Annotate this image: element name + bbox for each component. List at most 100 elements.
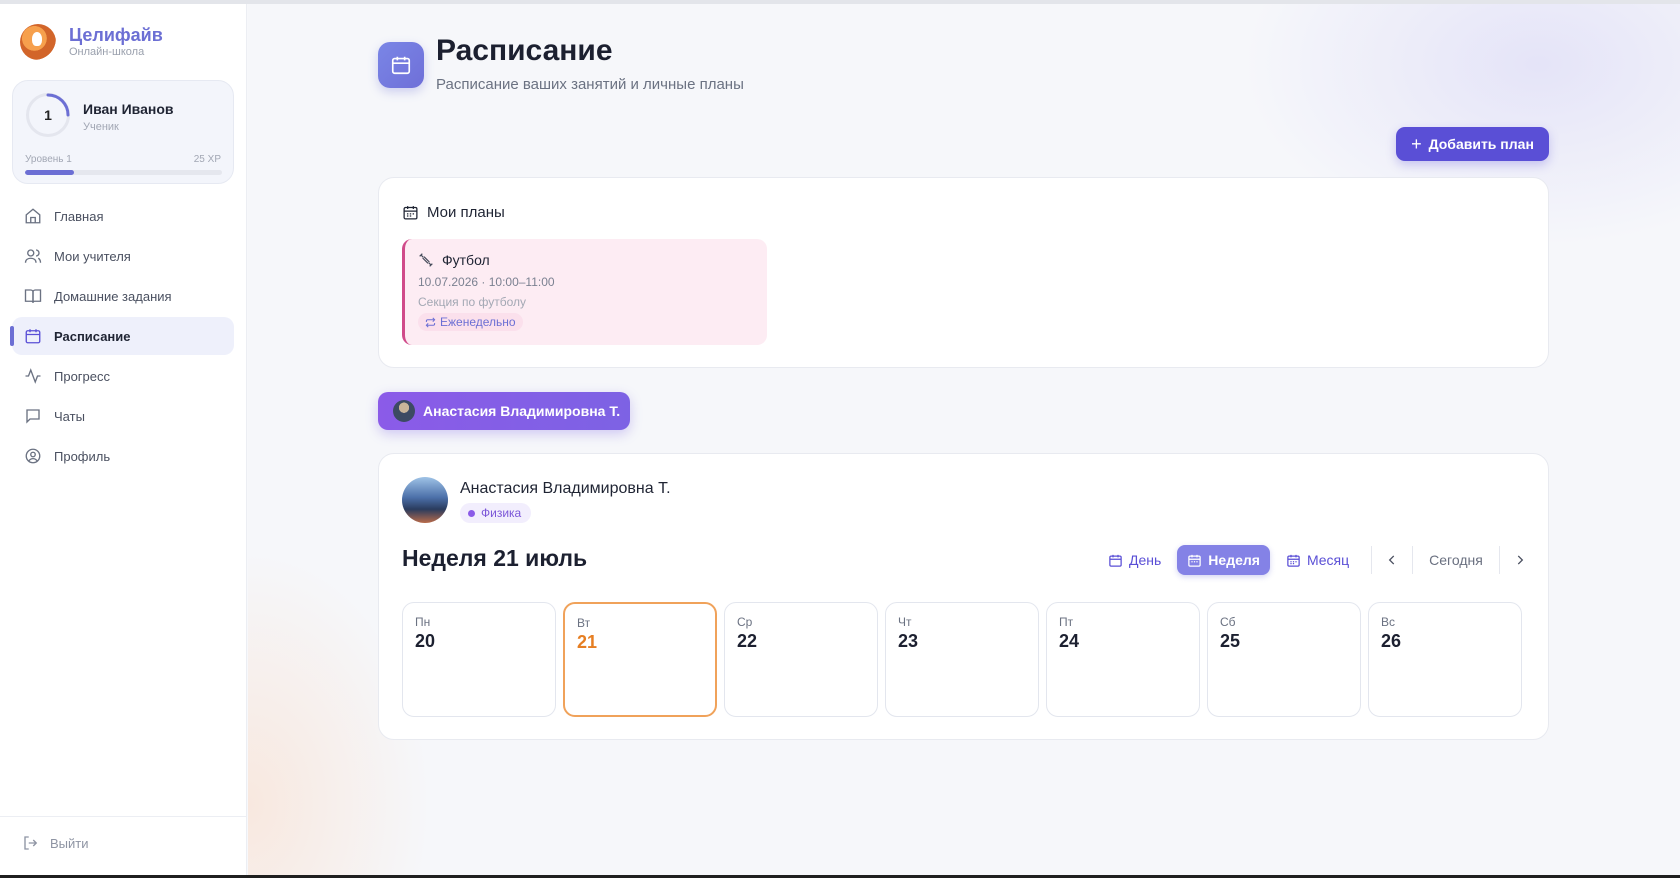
xp-progress-fill: [25, 170, 75, 175]
week-days: Пн 20 Вт 21 Ср 22 Чт 23 Пт 24 Сб 25 Вс 2…: [402, 602, 1522, 717]
sidebar-divider: [0, 816, 247, 817]
sidebar-item-label: Главная: [54, 208, 104, 224]
view-switcher: День Неделя Месяц Сегодня: [1098, 544, 1534, 576]
calendar-icon: [1286, 553, 1301, 568]
day-name: Ср: [737, 615, 753, 629]
chevron-left-icon: [1388, 555, 1395, 565]
sidebar-item-home[interactable]: Главная: [12, 197, 234, 235]
brand[interactable]: Целифайв Онлайн-школа: [20, 24, 163, 60]
sidebar-item-label: Профиль: [54, 448, 111, 464]
day-number: 20: [415, 631, 436, 651]
logout-icon: [22, 834, 40, 852]
sidebar-item-progress[interactable]: Прогресс: [12, 357, 234, 395]
xp-progress-bar: [25, 170, 222, 175]
plan-description: Секция по футболу: [418, 295, 527, 309]
view-week-label: Неделя: [1208, 552, 1260, 568]
sidebar-item-teachers[interactable]: Мои учителя: [12, 237, 234, 275]
calendar-icon: [402, 204, 419, 221]
teacher-avatar: [402, 477, 448, 523]
page-calendar-icon: [378, 42, 424, 88]
add-plan-label: Добавить план: [1428, 136, 1534, 152]
calendar-icon: [1187, 553, 1202, 568]
add-plan-button[interactable]: + Добавить план: [1396, 127, 1549, 161]
xp-label: 25 XP: [193, 154, 221, 165]
sidebar-item-label: Домашние задания: [54, 288, 172, 304]
plan-repeat-label: Еженедельно: [440, 315, 516, 329]
day-number: 21: [577, 632, 598, 652]
chat-icon: [24, 407, 42, 425]
plan-title: Футбол: [418, 252, 490, 268]
sidebar-item-chats[interactable]: Чаты: [12, 397, 234, 435]
plan-repeat-badge: Еженедельно: [418, 313, 523, 331]
subject-dot-icon: [468, 509, 475, 517]
plan-time: 10.07.2026 · 10:00–11:00: [418, 275, 555, 289]
day-name: Вс: [1381, 615, 1396, 629]
logout-label: Выйти: [50, 835, 89, 851]
home-icon: [24, 207, 42, 225]
calendar-icon: [1108, 553, 1123, 568]
day-number: 23: [898, 631, 919, 651]
day-cell[interactable]: Ср 22: [724, 602, 878, 717]
plan-item[interactable]: Футбол 10.07.2026 · 10:00–11:00 Секция п…: [402, 239, 767, 345]
day-cell[interactable]: Пн 20: [402, 602, 556, 717]
prev-week-button[interactable]: [1378, 545, 1406, 575]
day-name: Сб: [1220, 615, 1236, 629]
sidebar: Целифайв Онлайн-школа 1 Иван Иванов Учен…: [0, 4, 247, 875]
today-button[interactable]: Сегодня: [1419, 545, 1493, 575]
teacher-schedule-card: Анастасия Владимировна Т. Физика Неделя …: [378, 453, 1549, 740]
sidebar-item-homework[interactable]: Домашние задания: [12, 277, 234, 315]
view-day-button[interactable]: День: [1098, 545, 1171, 575]
view-day-label: День: [1129, 552, 1162, 568]
my-plans-header: Мои планы: [402, 204, 505, 221]
dumbbell-icon: [418, 252, 434, 268]
day-cell-today[interactable]: Вт 21: [563, 602, 717, 717]
day-number: 22: [737, 631, 758, 651]
page-subtitle: Расписание ваших занятий и личные планы: [436, 76, 744, 93]
view-divider: [1371, 546, 1373, 574]
next-week-button[interactable]: [1506, 545, 1534, 575]
calendar-icon: [24, 327, 42, 345]
teacher-tab-label: Анастасия Владимировна Т.: [423, 403, 621, 419]
day-name: Пн: [415, 615, 431, 629]
day-cell[interactable]: Пт 24: [1046, 602, 1200, 717]
sidebar-item-label: Прогресс: [54, 368, 111, 384]
brand-subtitle: Онлайн-школа: [69, 46, 145, 58]
sidebar-item-label: Чаты: [54, 408, 85, 424]
brand-name: Целифайв: [69, 25, 163, 45]
teacher-tab[interactable]: Анастасия Владимировна Т.: [378, 392, 630, 430]
view-month-button[interactable]: Месяц: [1276, 545, 1359, 575]
day-number: 25: [1220, 631, 1241, 651]
teacher-name: Анастасия Владимировна Т.: [460, 480, 671, 497]
chevron-right-icon: [1517, 555, 1524, 565]
subject-label: Физика: [481, 506, 522, 520]
day-number: 24: [1059, 631, 1080, 651]
subject-badge: Физика: [460, 503, 532, 523]
user-card[interactable]: 1 Иван Иванов Ученик Уровень 1 25 XP: [12, 80, 234, 184]
sidebar-item-label: Мои учителя: [54, 248, 131, 264]
brand-logo-icon: [20, 24, 56, 60]
my-plans-card: Мои планы Футбол 10.07.2026 · 10:00–11:0…: [378, 177, 1549, 368]
view-month-label: Месяц: [1306, 552, 1350, 568]
level-ring: 1: [26, 93, 70, 137]
sidebar-nav: Главная Мои учителя Домашние задания Рас…: [10, 197, 234, 477]
logout-button[interactable]: Выйти: [22, 834, 89, 852]
sidebar-item-label: Расписание: [54, 328, 131, 344]
users-icon: [24, 247, 42, 265]
level-progress-ring-icon: [46, 93, 70, 117]
activity-icon: [24, 367, 42, 385]
book-icon: [24, 287, 42, 305]
day-cell[interactable]: Чт 23: [885, 602, 1039, 717]
sidebar-item-schedule[interactable]: Расписание: [10, 317, 234, 355]
plan-title-text: Футбол: [442, 252, 490, 268]
view-week-button[interactable]: Неделя: [1177, 545, 1270, 575]
page-title: Расписание: [436, 34, 613, 67]
teacher-avatar: [393, 400, 415, 422]
sidebar-item-profile[interactable]: Профиль: [12, 437, 234, 475]
level-label: Уровень 1: [25, 154, 72, 165]
day-name: Пт: [1059, 615, 1074, 629]
view-divider: [1498, 546, 1500, 574]
day-number: 26: [1381, 631, 1402, 651]
day-cell[interactable]: Сб 25: [1207, 602, 1361, 717]
repeat-icon: [425, 317, 436, 328]
day-cell[interactable]: Вс 26: [1368, 602, 1522, 717]
